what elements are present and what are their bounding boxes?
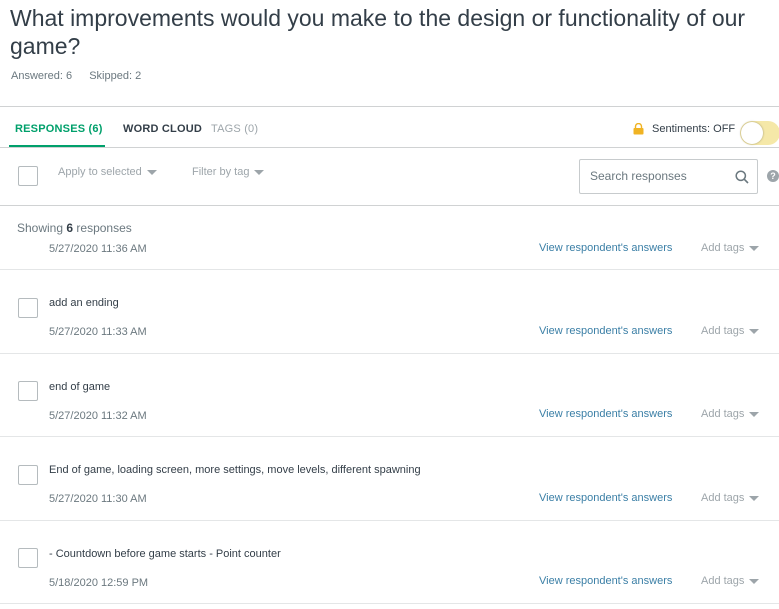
search-icon[interactable]	[735, 170, 749, 184]
divider	[0, 147, 779, 148]
add-tags-label: Add tags	[701, 575, 745, 587]
view-respondent-answers-link[interactable]: View respondent's answers	[539, 575, 672, 587]
toggle-knob	[741, 122, 763, 144]
question-title: What improvements would you make to the …	[10, 5, 746, 59]
chevron-down-icon	[749, 328, 760, 334]
tab-word-cloud[interactable]: WORD CLOUD	[123, 123, 202, 135]
tab-responses[interactable]: RESPONSES (6)	[15, 123, 103, 135]
row-divider	[0, 603, 779, 604]
search-box	[579, 159, 758, 194]
row-divider	[0, 436, 779, 437]
add-tags-label: Add tags	[701, 492, 745, 504]
response-checkbox[interactable]	[18, 465, 38, 485]
response-date: 5/27/2020 11:36 AM	[49, 243, 147, 255]
response-text: End of game, loading screen, more settin…	[49, 464, 421, 476]
response-text: add an ending	[49, 297, 119, 309]
skipped-count: Skipped: 2	[89, 70, 142, 82]
tab-bar: RESPONSES (6) WORD CLOUD TAGS (0) Sentim…	[0, 107, 779, 148]
row-divider	[0, 269, 779, 270]
chevron-down-icon	[146, 169, 157, 175]
chevron-down-icon	[749, 411, 760, 417]
sentiments-toggle[interactable]	[740, 121, 779, 145]
sentiments-label: Sentiments: OFF	[652, 123, 736, 135]
view-respondent-answers-link[interactable]: View respondent's answers	[539, 492, 672, 504]
response-text: end of game	[49, 381, 111, 393]
response-checkbox[interactable]	[18, 298, 38, 318]
view-respondent-answers-link[interactable]: View respondent's answers	[539, 242, 672, 254]
chevron-down-icon	[749, 245, 760, 251]
help-icon[interactable]: ?	[767, 170, 779, 182]
view-respondent-answers-link[interactable]: View respondent's answers	[539, 408, 672, 420]
row-divider	[0, 520, 779, 521]
row-divider	[0, 353, 779, 354]
filter-by-tag-dropdown[interactable]: Filter by tag	[192, 166, 265, 178]
add-tags-dropdown[interactable]: Add tags	[701, 408, 760, 420]
response-checkbox[interactable]	[18, 381, 38, 401]
select-all-checkbox[interactable]	[18, 166, 38, 186]
add-tags-label: Add tags	[701, 242, 745, 254]
chevron-down-icon	[749, 495, 760, 501]
chevron-down-icon	[254, 169, 265, 175]
response-stats: Answered: 6 Skipped: 2	[11, 70, 155, 82]
response-checkbox[interactable]	[18, 548, 38, 568]
search-input[interactable]	[590, 169, 730, 183]
view-respondent-answers-link[interactable]: View respondent's answers	[539, 325, 672, 337]
response-date: 5/27/2020 11:33 AM	[49, 326, 147, 338]
add-tags-dropdown[interactable]: Add tags	[701, 492, 760, 504]
add-tags-label: Add tags	[701, 325, 745, 337]
add-tags-label: Add tags	[701, 408, 745, 420]
answered-count: Answered: 6	[11, 70, 73, 82]
add-tags-dropdown[interactable]: Add tags	[701, 325, 760, 337]
add-tags-dropdown[interactable]: Add tags	[701, 242, 760, 254]
response-date: 5/18/2020 12:59 PM	[49, 577, 149, 589]
response-text: - Countdown before game starts - Point c…	[49, 548, 281, 560]
apply-to-selected-dropdown[interactable]: Apply to selected	[58, 166, 157, 178]
sentiments-control: Sentiments: OFF	[633, 123, 735, 135]
divider	[0, 205, 779, 206]
apply-to-selected-label: Apply to selected	[58, 166, 142, 178]
filter-by-tag-label: Filter by tag	[192, 166, 250, 178]
response-date: 5/27/2020 11:32 AM	[49, 410, 147, 422]
response-date: 5/27/2020 11:30 AM	[49, 493, 147, 505]
showing-count: Showing 6 responses	[17, 221, 132, 235]
tab-tags[interactable]: TAGS (0)	[211, 123, 258, 135]
lock-icon	[633, 123, 644, 135]
add-tags-dropdown[interactable]: Add tags	[701, 575, 760, 587]
chevron-down-icon	[749, 578, 760, 584]
